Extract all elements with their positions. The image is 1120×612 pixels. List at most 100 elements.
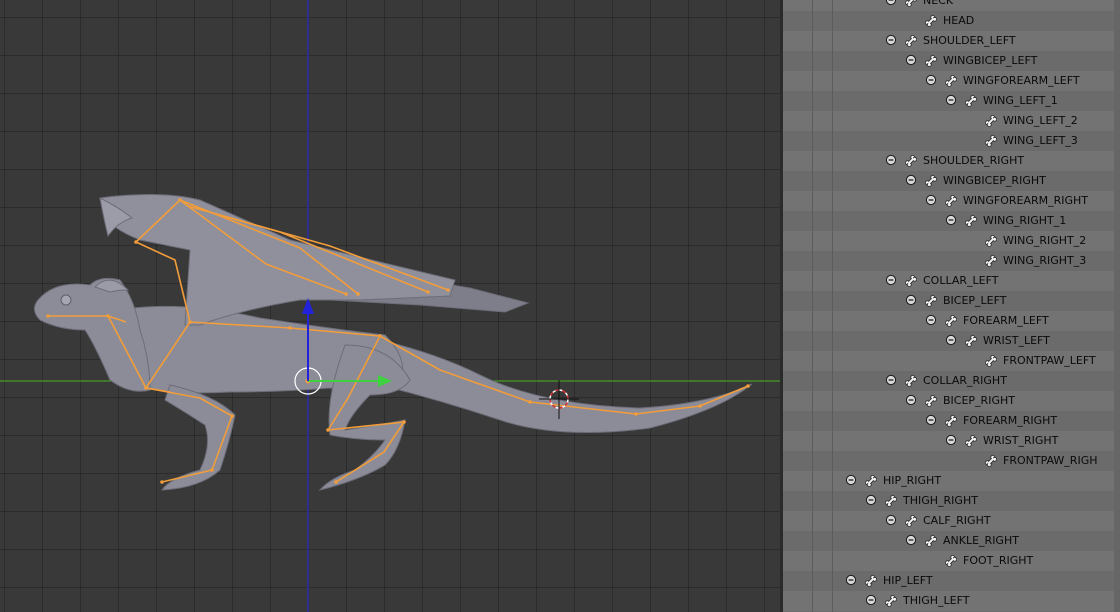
bone-name-label[interactable]: SHOULDER_RIGHT xyxy=(923,154,1024,168)
outliner-row[interactable]: BICEP_LEFT xyxy=(783,291,1120,311)
bone-name-label[interactable]: WING_RIGHT_3 xyxy=(1003,254,1086,268)
collapse-toggle-icon[interactable] xyxy=(845,474,857,486)
bone-name-label[interactable]: NECK xyxy=(923,0,953,8)
bone-name-label[interactable]: WING_LEFT_1 xyxy=(983,94,1058,108)
bone-name-label[interactable]: WINGBICEP_LEFT xyxy=(943,54,1037,68)
collapse-toggle-icon[interactable] xyxy=(925,194,937,206)
bone-name-label[interactable]: HIP_RIGHT xyxy=(883,474,941,488)
bone-name-label[interactable]: THIGH_LEFT xyxy=(903,594,969,608)
bone-name-label[interactable]: WING_LEFT_2 xyxy=(1003,114,1078,128)
collapse-toggle-icon[interactable] xyxy=(945,334,957,346)
bone-name-label[interactable]: WINGBICEP_RIGHT xyxy=(943,174,1046,188)
collapse-toggle-icon[interactable] xyxy=(905,394,917,406)
outliner-panel[interactable]: NECK HEAD SHOULDER_LEFT WINGBICEP_LEFT WINGF… xyxy=(783,0,1120,612)
collapse-toggle-icon[interactable] xyxy=(945,94,957,106)
outliner-row[interactable]: FOREARM_RIGHT xyxy=(783,411,1120,431)
3d-viewport[interactable] xyxy=(0,0,780,612)
bone-icon xyxy=(863,473,879,489)
bone-name-label[interactable]: BICEP_RIGHT xyxy=(943,394,1015,408)
collapse-toggle-icon[interactable] xyxy=(905,534,917,546)
collapse-toggle-icon[interactable] xyxy=(885,154,897,166)
outliner-row[interactable]: WING_RIGHT_3 xyxy=(783,251,1120,271)
outliner-row[interactable]: WINGBICEP_RIGHT xyxy=(783,171,1120,191)
outliner-row[interactable]: WRIST_RIGHT xyxy=(783,431,1120,451)
bone-name-label[interactable]: HEAD xyxy=(943,14,974,28)
outliner-row[interactable]: THIGH_RIGHT xyxy=(783,491,1120,511)
bone-name-label[interactable]: WINGFOREARM_LEFT xyxy=(963,74,1080,88)
bone-name-label[interactable]: WRIST_RIGHT xyxy=(983,434,1058,448)
collapse-toggle-icon[interactable] xyxy=(945,214,957,226)
bone-name-label[interactable]: FRONTPAW_RIGH xyxy=(1003,454,1098,468)
bone-icon xyxy=(963,433,979,449)
bone-icon xyxy=(963,213,979,229)
bone-icon xyxy=(903,373,919,389)
collapse-toggle-icon[interactable] xyxy=(925,314,937,326)
bone-name-label[interactable]: WRIST_LEFT xyxy=(983,334,1050,348)
bone-name-label[interactable]: WING_RIGHT_2 xyxy=(1003,234,1086,248)
outliner-row[interactable]: FRONTPAW_RIGH xyxy=(783,451,1120,471)
bone-name-label[interactable]: FRONTPAW_LEFT xyxy=(1003,354,1096,368)
collapse-toggle-icon[interactable] xyxy=(885,514,897,526)
bone-name-label[interactable]: WING_LEFT_3 xyxy=(1003,134,1078,148)
bone-name-label[interactable]: CALF_RIGHT xyxy=(923,514,991,528)
collapse-toggle-icon[interactable] xyxy=(905,294,917,306)
collapse-toggle-icon[interactable] xyxy=(945,434,957,446)
bone-name-label[interactable]: FOREARM_LEFT xyxy=(963,314,1049,328)
bone-name-label[interactable]: WING_RIGHT_1 xyxy=(983,214,1066,228)
collapse-toggle-icon[interactable] xyxy=(845,574,857,586)
collapse-toggle-icon[interactable] xyxy=(865,594,877,606)
bone-name-label[interactable]: WINGFOREARM_RIGHT xyxy=(963,194,1088,208)
outliner-row[interactable]: WING_RIGHT_1 xyxy=(783,211,1120,231)
bone-icon xyxy=(983,353,999,369)
outliner-row[interactable]: WING_LEFT_3 xyxy=(783,131,1120,151)
collapse-toggle-icon[interactable] xyxy=(885,0,897,6)
bone-name-label[interactable]: COLLAR_LEFT xyxy=(923,274,998,288)
outliner-row[interactable]: SHOULDER_RIGHT xyxy=(783,151,1120,171)
outliner-row[interactable]: WINGFOREARM_RIGHT xyxy=(783,191,1120,211)
bone-name-label[interactable]: ANKLE_RIGHT xyxy=(943,534,1019,548)
outliner-row[interactable]: HEAD xyxy=(783,11,1120,31)
outliner-row[interactable]: CALF_RIGHT xyxy=(783,511,1120,531)
collapse-toggle-icon[interactable] xyxy=(865,494,877,506)
collapse-toggle-icon[interactable] xyxy=(885,274,897,286)
bone-name-label[interactable]: FOOT_RIGHT xyxy=(963,554,1033,568)
bone-icon xyxy=(923,393,939,409)
collapse-toggle-icon[interactable] xyxy=(925,74,937,86)
collapse-toggle-icon[interactable] xyxy=(925,414,937,426)
outliner-row[interactable]: FOOT_RIGHT xyxy=(783,551,1120,571)
outliner-row[interactable]: WINGFOREARM_LEFT xyxy=(783,71,1120,91)
bone-icon xyxy=(923,293,939,309)
bone-icon xyxy=(903,513,919,529)
collapse-toggle-icon[interactable] xyxy=(905,174,917,186)
bone-name-label[interactable]: COLLAR_RIGHT xyxy=(923,374,1007,388)
bone-icon xyxy=(863,573,879,589)
viewport-scene xyxy=(0,0,780,612)
outliner-row[interactable]: WRIST_LEFT xyxy=(783,331,1120,351)
outliner-row[interactable]: FOREARM_LEFT xyxy=(783,311,1120,331)
outliner-row[interactable]: SHOULDER_LEFT xyxy=(783,31,1120,51)
outliner-row[interactable]: NECK xyxy=(783,0,1120,11)
outliner-scrollbar[interactable] xyxy=(1114,0,1120,612)
outliner-row[interactable]: WING_LEFT_2 xyxy=(783,111,1120,131)
outliner-row[interactable]: ANKLE_RIGHT xyxy=(783,531,1120,551)
outliner-row[interactable]: HIP_LEFT xyxy=(783,571,1120,591)
collapse-toggle-icon[interactable] xyxy=(905,54,917,66)
outliner-row[interactable]: FRONTPAW_LEFT xyxy=(783,351,1120,371)
outliner-row[interactable]: COLLAR_RIGHT xyxy=(783,371,1120,391)
outliner-row[interactable]: WING_RIGHT_2 xyxy=(783,231,1120,251)
outliner-row[interactable]: WINGBICEP_LEFT xyxy=(783,51,1120,71)
tree-guide-line xyxy=(832,0,833,612)
bone-name-label[interactable]: FOREARM_RIGHT xyxy=(963,414,1057,428)
bone-name-label[interactable]: HIP_LEFT xyxy=(883,574,933,588)
outliner-row[interactable]: HIP_RIGHT xyxy=(783,471,1120,491)
bone-name-label[interactable]: BICEP_LEFT xyxy=(943,294,1007,308)
outliner-row[interactable]: THIGH_LEFT xyxy=(783,591,1120,611)
collapse-toggle-icon[interactable] xyxy=(885,374,897,386)
outliner-row[interactable]: BICEP_RIGHT xyxy=(783,391,1120,411)
collapse-toggle-icon[interactable] xyxy=(885,34,897,46)
bone-name-label[interactable]: SHOULDER_LEFT xyxy=(923,34,1016,48)
outliner-row[interactable]: COLLAR_LEFT xyxy=(783,271,1120,291)
outliner-row[interactable]: WING_LEFT_1 xyxy=(783,91,1120,111)
bone-name-label[interactable]: THIGH_RIGHT xyxy=(903,494,978,508)
bone-icon xyxy=(943,553,959,569)
